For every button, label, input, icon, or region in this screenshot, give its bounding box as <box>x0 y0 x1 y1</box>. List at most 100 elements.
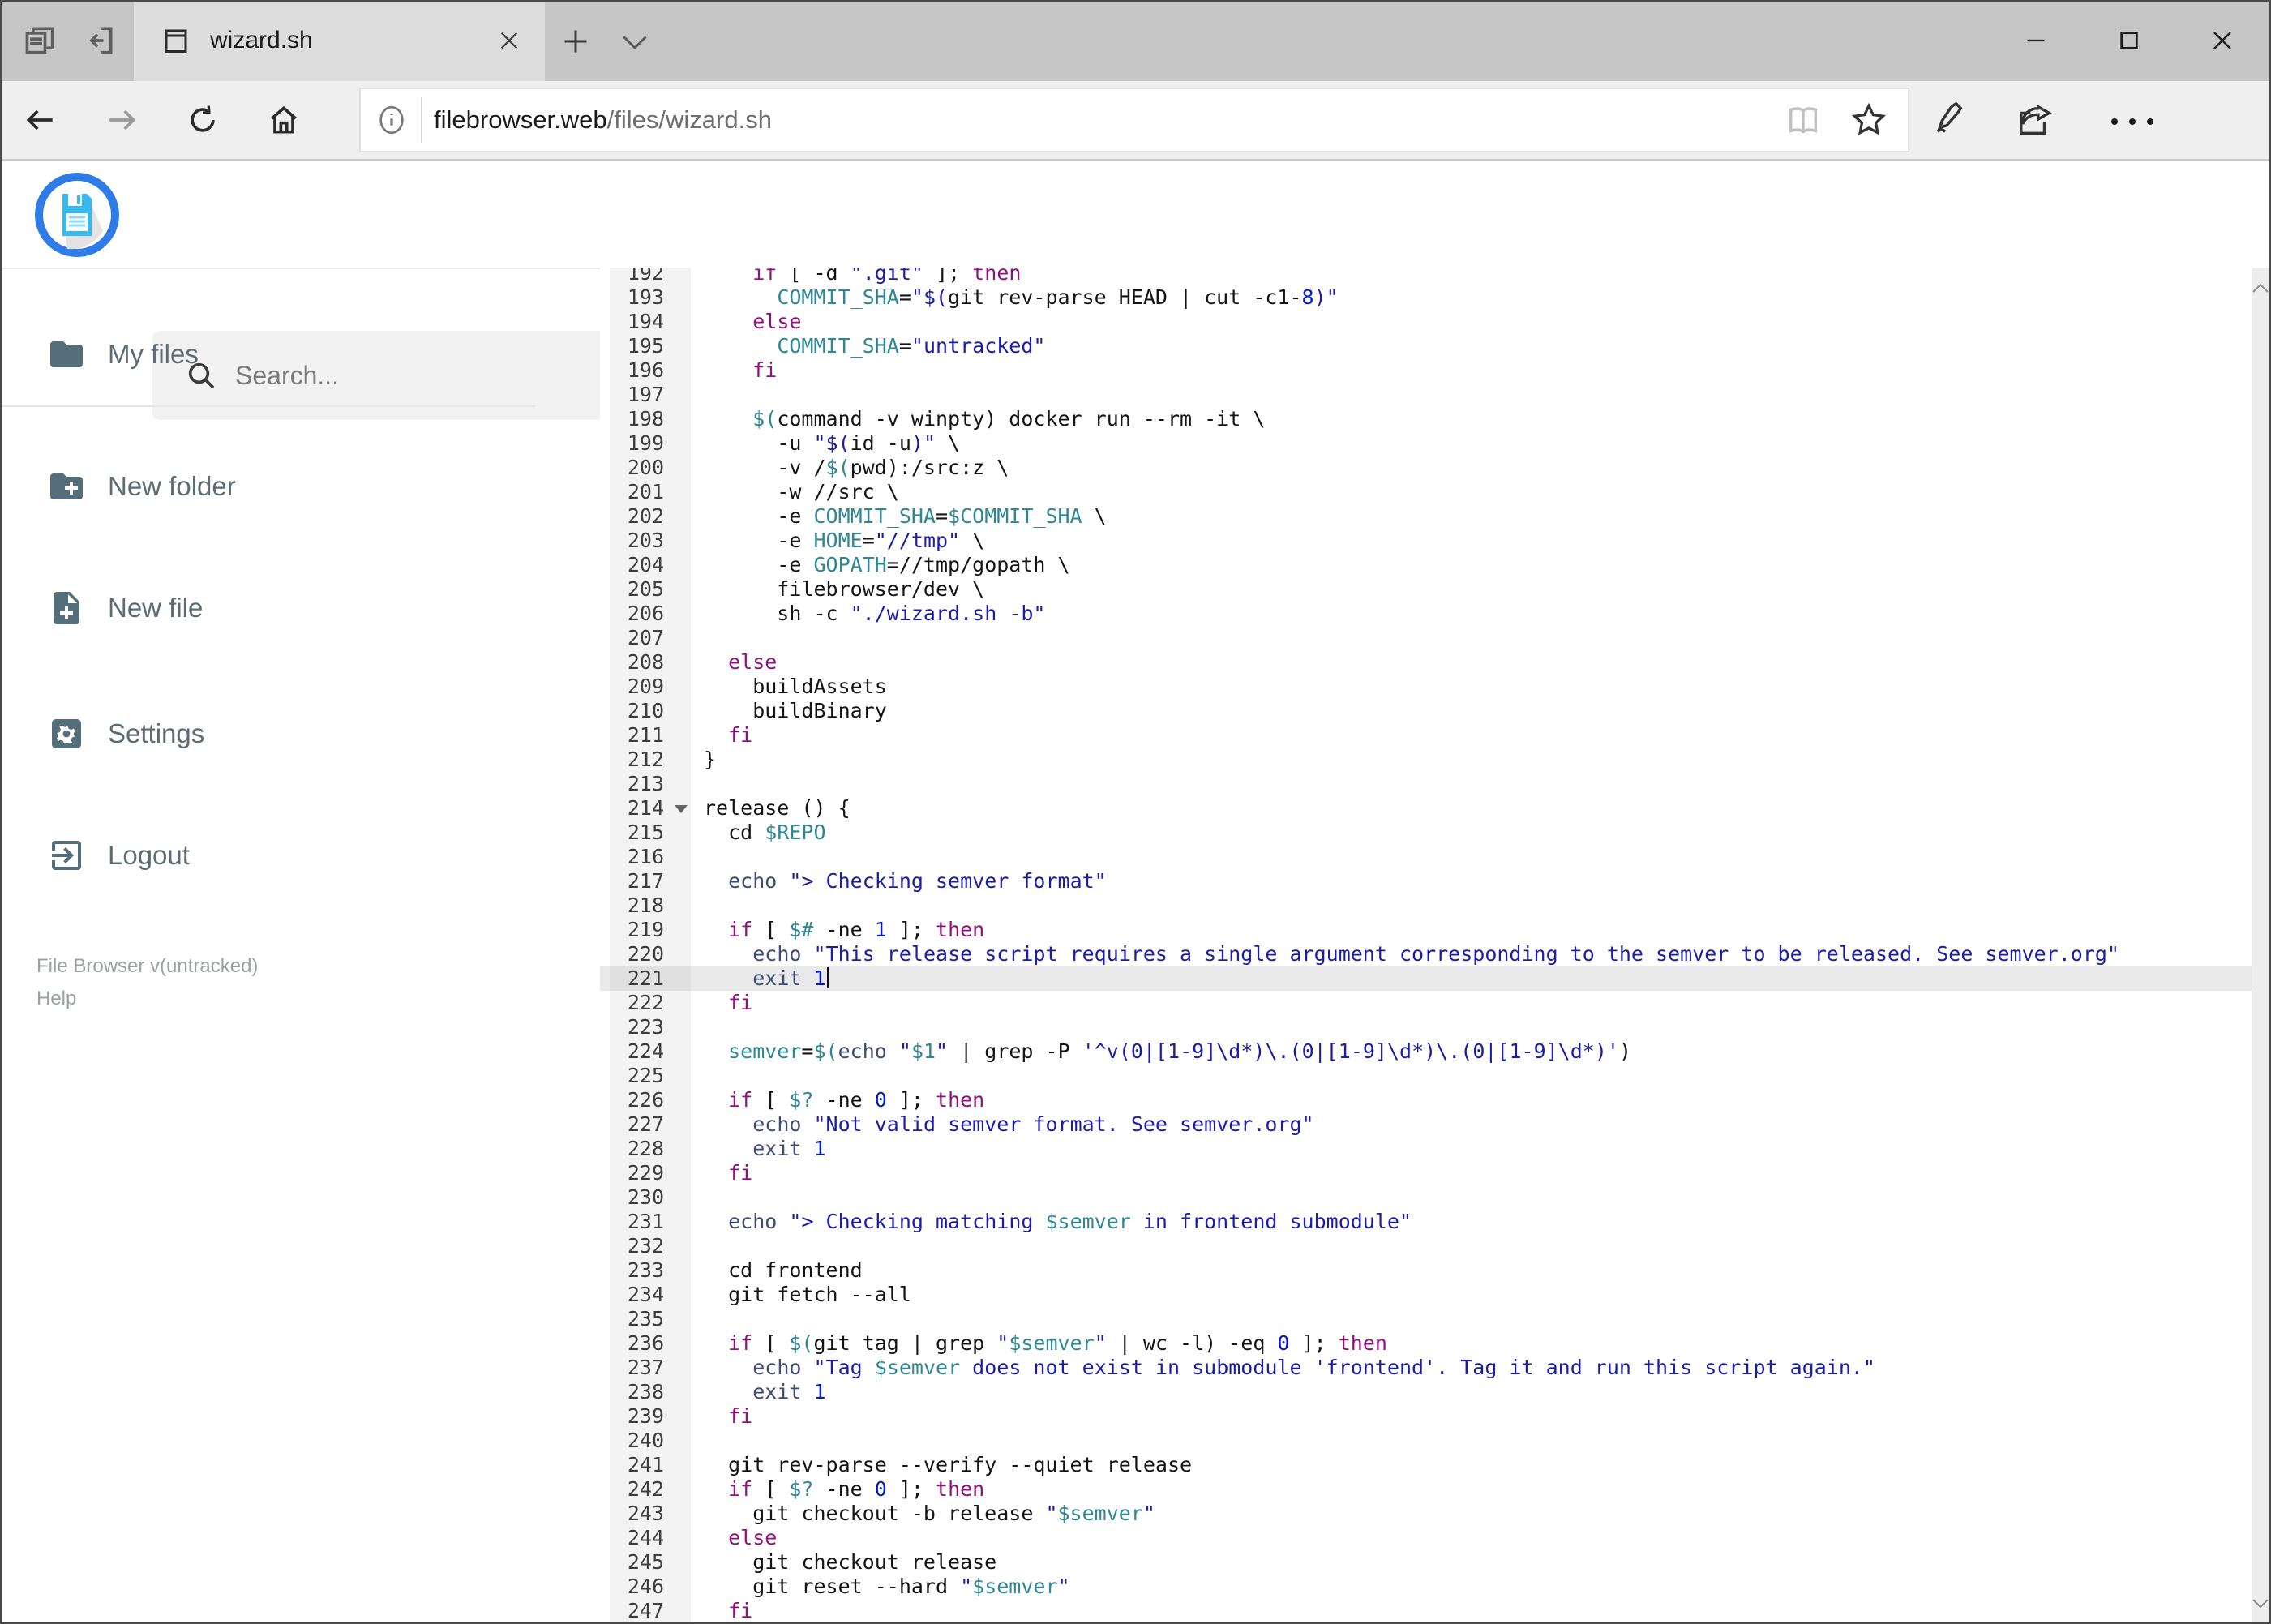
code-text[interactable]: else <box>691 650 2252 675</box>
code-line[interactable]: 214 release () { <box>600 796 2252 821</box>
code-line[interactable]: 205 filebrowser/dev \ <box>600 577 2252 602</box>
minimize-button[interactable] <box>1995 0 2076 81</box>
sidebar-item-my-files[interactable]: My files <box>0 330 535 379</box>
sidebar-item-new-folder[interactable]: New folder <box>0 462 535 511</box>
site-info-icon[interactable] <box>375 104 408 136</box>
back-button[interactable] <box>23 102 58 138</box>
code-text[interactable]: filebrowser/dev \ <box>691 577 2252 602</box>
code-text[interactable]: fi <box>691 1161 2252 1185</box>
close-window-button[interactable] <box>2182 0 2263 81</box>
code-text[interactable]: echo "This release script requires a sin… <box>691 942 2252 966</box>
code-text[interactable]: echo "> Checking matching $semver in fro… <box>691 1210 2252 1234</box>
code-text[interactable]: -w //src \ <box>691 480 2252 504</box>
sidebar-item-logout[interactable]: Logout <box>0 831 535 880</box>
code-line[interactable]: 239 fi <box>600 1404 2252 1429</box>
code-line[interactable]: 196 fi <box>600 358 2252 383</box>
code-text[interactable]: $(command -v winpty) docker run --rm -it… <box>691 407 2252 431</box>
code-line[interactable]: 245 git checkout release <box>600 1550 2252 1575</box>
code-text[interactable] <box>691 893 2252 918</box>
fold-toggle-icon[interactable] <box>675 805 688 813</box>
code-text[interactable]: cd $REPO <box>691 821 2252 845</box>
code-line[interactable]: 240 <box>600 1429 2252 1453</box>
code-text[interactable]: git checkout release <box>691 1550 2252 1575</box>
code-text[interactable] <box>691 383 2252 407</box>
code-text[interactable]: sh -c "./wizard.sh -b" <box>691 602 2252 626</box>
code-line[interactable]: 241 git rev-parse --verify --quiet relea… <box>600 1453 2252 1477</box>
code-text[interactable]: git fetch --all <box>691 1283 2252 1307</box>
vertical-scrollbar[interactable] <box>2252 268 2269 1624</box>
code-line[interactable]: 247 fi <box>600 1599 2252 1623</box>
code-text[interactable]: exit 1 <box>691 966 2252 991</box>
code-text[interactable]: git rev-parse --verify --quiet release <box>691 1453 2252 1477</box>
code-line[interactable]: 219 if [ $# -ne 1 ]; then <box>600 918 2252 942</box>
sidebar-item-new-file[interactable]: New file <box>0 584 535 632</box>
new-tab-button[interactable] <box>561 27 590 56</box>
code-text[interactable]: fi <box>691 991 2252 1015</box>
code-text[interactable] <box>691 1064 2252 1088</box>
code-text[interactable]: } <box>691 748 2252 772</box>
code-text[interactable]: fi <box>691 1404 2252 1429</box>
code-line[interactable]: 213 <box>600 772 2252 796</box>
code-line[interactable]: 192 if [ -d ".git" ]; then <box>600 268 2252 285</box>
code-line[interactable]: 224 semver=$(echo "$1" | grep -P '^v(0|[… <box>600 1039 2252 1064</box>
code-line[interactable]: 217 echo "> Checking semver format" <box>600 869 2252 893</box>
code-text[interactable]: fi <box>691 723 2252 748</box>
code-text[interactable]: -v /$(pwd):/src:z \ <box>691 456 2252 480</box>
code-line[interactable]: 228 exit 1 <box>600 1137 2252 1161</box>
code-text[interactable]: COMMIT_SHA="untracked" <box>691 334 2252 358</box>
code-line[interactable]: 236 if [ $(git tag | grep "$semver" | wc… <box>600 1331 2252 1356</box>
scroll-down-icon[interactable] <box>2252 1598 2269 1609</box>
code-text[interactable] <box>691 772 2252 796</box>
forward-button[interactable] <box>104 102 139 138</box>
filebrowser-logo[interactable] <box>35 173 119 257</box>
code-line[interactable]: 235 <box>600 1307 2252 1331</box>
code-line[interactable]: 201 -w //src \ <box>600 480 2252 504</box>
favorite-star-icon[interactable] <box>1851 102 1887 138</box>
tab-dropdown-icon[interactable] <box>620 34 649 52</box>
code-line[interactable]: 211 fi <box>600 723 2252 748</box>
code-text[interactable]: else <box>691 1526 2252 1550</box>
code-line[interactable]: 194 else <box>600 310 2252 334</box>
code-text[interactable]: exit 1 <box>691 1137 2252 1161</box>
code-line[interactable]: 223 <box>600 1015 2252 1039</box>
code-line[interactable]: 229 fi <box>600 1161 2252 1185</box>
code-line[interactable]: 230 <box>600 1185 2252 1210</box>
code-line[interactable]: 195 COMMIT_SHA="untracked" <box>600 334 2252 358</box>
browser-tab[interactable]: wizard.sh <box>134 0 545 81</box>
code-line[interactable]: 193 COMMIT_SHA="$(git rev-parse HEAD | c… <box>600 285 2252 310</box>
code-text[interactable]: -u "$(id -u)" \ <box>691 431 2252 456</box>
code-line[interactable]: 242 if [ $? -ne 0 ]; then <box>600 1477 2252 1502</box>
code-line[interactable]: 203 -e HOME="//tmp" \ <box>600 529 2252 553</box>
code-text[interactable]: if [ $(git tag | grep "$semver" | wc -l)… <box>691 1331 2252 1356</box>
code-line[interactable]: 204 -e GOPATH=//tmp/gopath \ <box>600 553 2252 577</box>
code-line[interactable]: 221 exit 1 <box>600 966 2252 991</box>
code-text[interactable]: else <box>691 310 2252 334</box>
code-text[interactable] <box>691 1015 2252 1039</box>
code-line[interactable]: 199 -u "$(id -u)" \ <box>600 431 2252 456</box>
code-text[interactable]: COMMIT_SHA="$(git rev-parse HEAD | cut -… <box>691 285 2252 310</box>
code-text[interactable] <box>691 1234 2252 1258</box>
code-text[interactable]: -e HOME="//tmp" \ <box>691 529 2252 553</box>
code-text[interactable]: if [ $? -ne 0 ]; then <box>691 1088 2252 1112</box>
code-line[interactable]: 244 else <box>600 1526 2252 1550</box>
code-text[interactable]: echo "Not valid semver format. See semve… <box>691 1112 2252 1137</box>
code-text[interactable]: if [ -d ".git" ]; then <box>691 268 2252 285</box>
code-line[interactable]: 220 echo "This release script requires a… <box>600 942 2252 966</box>
code-text[interactable]: echo "> Checking semver format" <box>691 869 2252 893</box>
more-options-icon[interactable] <box>2108 117 2157 126</box>
tab-preview-icon[interactable] <box>23 23 58 58</box>
code-text[interactable]: fi <box>691 358 2252 383</box>
code-text[interactable]: semver=$(echo "$1" | grep -P '^v(0|[1-9]… <box>691 1039 2252 1064</box>
code-line[interactable]: 232 <box>600 1234 2252 1258</box>
code-line[interactable]: 198 $(command -v winpty) docker run --rm… <box>600 407 2252 431</box>
code-line[interactable]: 212} <box>600 748 2252 772</box>
code-line[interactable]: 197 <box>600 383 2252 407</box>
code-line[interactable]: 225 <box>600 1064 2252 1088</box>
code-text[interactable]: exit 1 <box>691 1380 2252 1404</box>
code-line[interactable]: 237 echo "Tag $semver does not exist in … <box>600 1356 2252 1380</box>
sidebar-item-settings[interactable]: Settings <box>0 709 535 758</box>
code-line[interactable]: 243 git checkout -b release "$semver" <box>600 1502 2252 1526</box>
code-text[interactable]: fi <box>691 1599 2252 1623</box>
code-text[interactable] <box>691 845 2252 869</box>
share-page-icon[interactable] <box>2016 102 2054 139</box>
